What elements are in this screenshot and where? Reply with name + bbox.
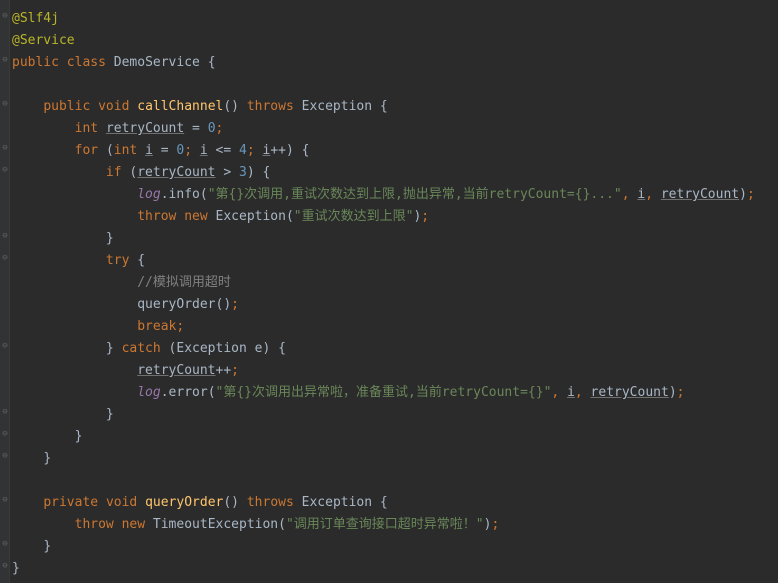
code-line[interactable]: queryOrder(); bbox=[12, 294, 778, 316]
code-line[interactable]: private void queryOrder() throws Excepti… bbox=[12, 492, 778, 514]
annotation: @Slf4j bbox=[12, 11, 59, 26]
code-line[interactable]: int retryCount = 0; bbox=[12, 118, 778, 140]
code-editor[interactable]: @Slf4j @Service public class DemoService… bbox=[0, 0, 778, 580]
gutter-marker-icon: ⊖ bbox=[1, 254, 9, 262]
gutter-marker-icon: ⊖ bbox=[1, 408, 9, 416]
gutter-marker-icon: ⊖ bbox=[1, 496, 9, 504]
annotation: @Service bbox=[12, 33, 75, 48]
gutter-marker-icon: ⊖ bbox=[1, 342, 9, 350]
gutter-marker-icon: ⊖ bbox=[1, 166, 9, 174]
code-line[interactable]: throw new Exception("重试次数达到上限"); bbox=[12, 206, 778, 228]
gutter-marker-icon: ⊖ bbox=[1, 12, 9, 20]
code-line[interactable]: for (int i = 0; i <= 4; i++) { bbox=[12, 140, 778, 162]
code-line[interactable]: } bbox=[12, 536, 778, 558]
code-line[interactable]: break; bbox=[12, 316, 778, 338]
gutter-marker-icon: ⊖ bbox=[1, 562, 9, 570]
code-line[interactable]: //模拟调用超时 bbox=[12, 272, 778, 294]
gutter-marker-icon: ⊖ bbox=[1, 540, 9, 548]
gutter-marker-icon: ⊖ bbox=[1, 430, 9, 438]
code-line[interactable]: public void callChannel() throws Excepti… bbox=[12, 96, 778, 118]
code-line[interactable]: if (retryCount > 3) { bbox=[12, 162, 778, 184]
code-line[interactable]: log.info("第{}次调用,重试次数达到上限,抛出异常,当前retryCo… bbox=[12, 184, 778, 206]
gutter-marker-icon: ⊖ bbox=[1, 100, 9, 108]
code-line[interactable]: throw new TimeoutException("调用订单查询接口超时异常… bbox=[12, 514, 778, 536]
code-line[interactable]: } bbox=[12, 228, 778, 250]
gutter-marker-icon: ⊖ bbox=[1, 452, 9, 460]
code-line[interactable] bbox=[12, 470, 778, 492]
gutter-marker-icon: ⊖ bbox=[1, 56, 9, 64]
code-line[interactable]: } bbox=[12, 448, 778, 470]
code-line[interactable]: @Service bbox=[12, 30, 778, 52]
code-line[interactable]: log.error("第{}次调用出异常啦，准备重试,当前retryCount=… bbox=[12, 382, 778, 404]
code-line[interactable]: public class DemoService { bbox=[12, 52, 778, 74]
code-line[interactable]: } catch (Exception e) { bbox=[12, 338, 778, 360]
code-line[interactable]: } bbox=[12, 404, 778, 426]
code-line[interactable] bbox=[12, 74, 778, 96]
gutter-marker-icon: ⊖ bbox=[1, 144, 9, 152]
editor-gutter: ⊖ ⊖ ⊖ ⊖ ⊖ ⊖ ⊖ ⊖ ⊖ ⊖ ⊖ ⊖ ⊖ ⊖ bbox=[0, 0, 10, 583]
code-line[interactable]: } bbox=[12, 558, 778, 580]
code-line[interactable]: @Slf4j bbox=[12, 8, 778, 30]
code-line[interactable]: try { bbox=[12, 250, 778, 272]
code-line[interactable]: retryCount++; bbox=[12, 360, 778, 382]
code-line[interactable]: } bbox=[12, 426, 778, 448]
gutter-marker-icon: ⊖ bbox=[1, 232, 9, 240]
